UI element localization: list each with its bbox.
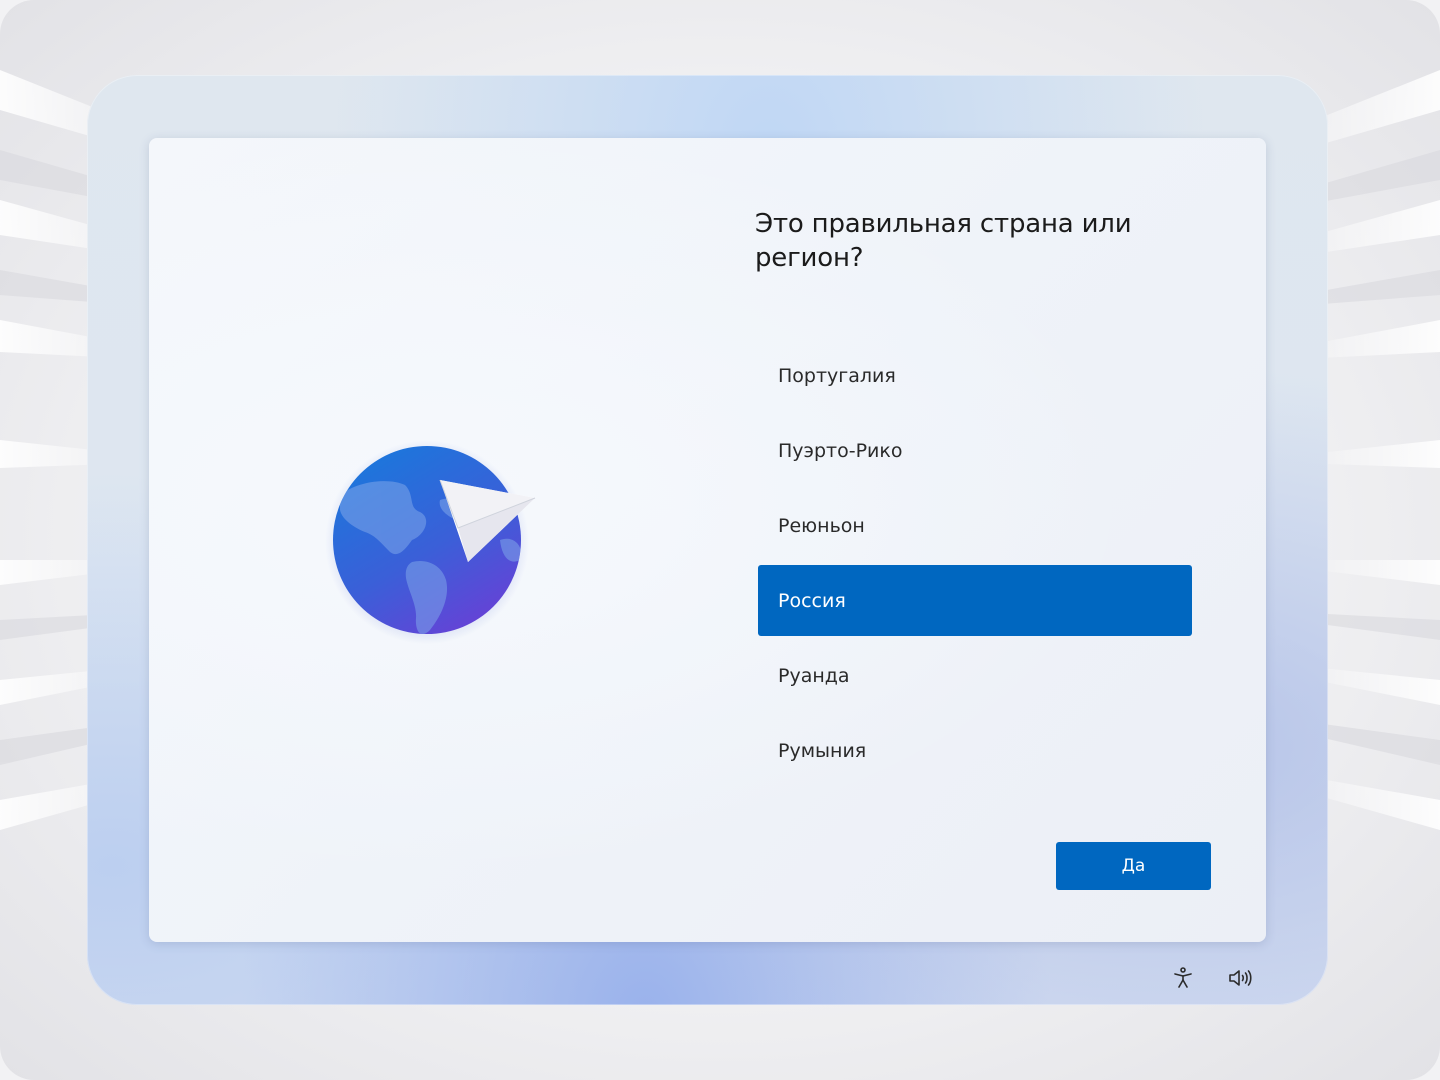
country-item-romania[interactable]: Румыния (758, 715, 1192, 786)
country-item-label: Руанда (778, 664, 850, 687)
country-item-label: Реюньон (778, 514, 865, 537)
country-item-russia[interactable]: Россия (758, 565, 1192, 636)
country-item-reunion[interactable]: Реюньон (758, 490, 1192, 561)
country-item-label: Румыния (778, 739, 867, 762)
volume-icon[interactable] (1226, 964, 1254, 992)
accessibility-icon[interactable] (1169, 964, 1197, 992)
country-list[interactable]: Португалия Пуэрто-Рико Реюньон Россия Ру… (758, 340, 1192, 790)
country-item-label: Пуэрто-Рико (778, 439, 903, 462)
country-item-rwanda[interactable]: Руанда (758, 640, 1192, 711)
globe-paper-plane-icon (320, 440, 550, 650)
country-item-portugal[interactable]: Португалия (758, 340, 1192, 411)
country-item-label: Россия (778, 589, 846, 612)
yes-button[interactable]: Да (1056, 842, 1211, 890)
country-item-puerto-rico[interactable]: Пуэрто-Рико (758, 415, 1192, 486)
page-title: Это правильная страна или регион? (755, 209, 1132, 273)
country-item-label: Португалия (778, 364, 896, 387)
